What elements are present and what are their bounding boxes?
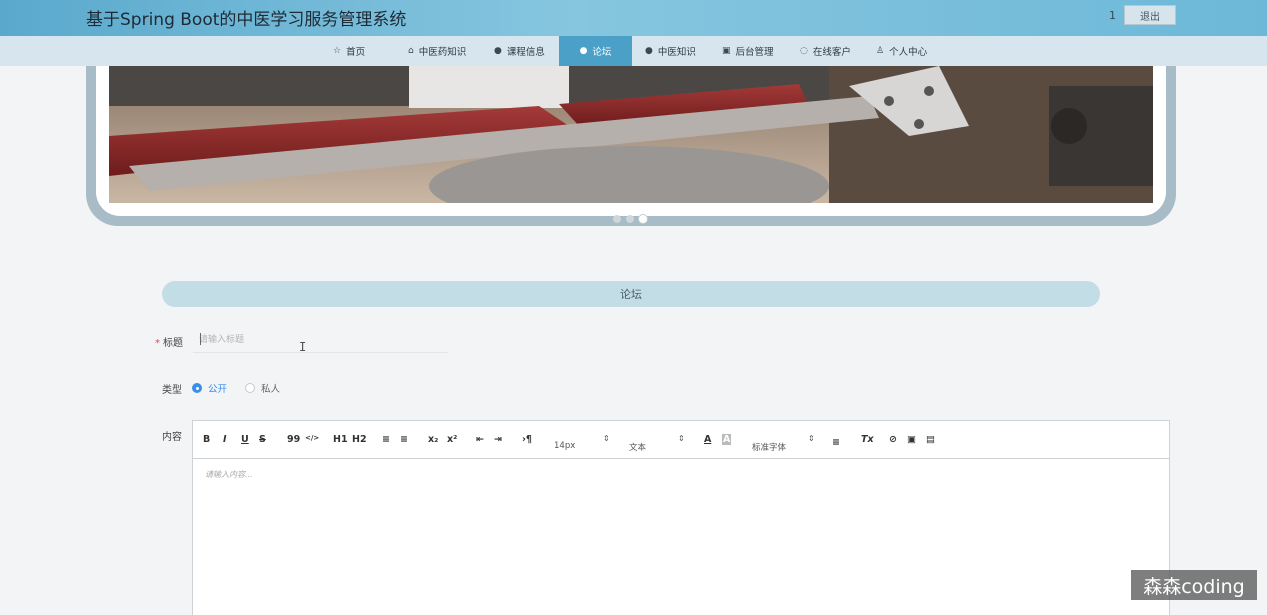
nav-item-home[interactable]: ☆ 首页 [333,36,365,66]
strike-button[interactable]: S [259,434,266,445]
text-caret [200,333,201,345]
indent-button[interactable]: ⇥ [494,434,502,445]
nav-item-personal-center[interactable]: ♙ 个人中心 [876,36,927,66]
question-icon: ● [579,46,588,56]
content-label: 内容 [162,432,182,443]
link-button[interactable]: ⊘ [889,434,897,445]
logout-button[interactable]: 退出 [1124,5,1176,25]
nav-item-label: 首页 [346,47,366,58]
briefcase-icon: ▣ [722,46,731,56]
title-input[interactable] [193,327,448,353]
radio-private[interactable]: 私人 [245,381,280,395]
type-label: 类型 [162,385,182,396]
superscript-button[interactable]: x² [447,434,457,445]
nav-item-label: 个人中心 [889,47,928,58]
mouse-ibeam-cursor: I [299,340,307,354]
title-label: 标题 [163,338,183,349]
carousel-dot[interactable] [613,215,621,223]
bold-button[interactable]: B [203,434,210,445]
radio-label: 公开 [208,384,228,395]
nav-item-label: 后台管理 [735,47,774,58]
watermark: 森森coding [1131,570,1257,600]
italic-button[interactable]: I [223,434,227,445]
carousel-slide-image[interactable] [109,66,1153,203]
subscript-button[interactable]: x₂ [428,434,438,445]
radio-circle [192,383,202,393]
underline-button[interactable]: U [241,434,249,445]
nav-item-tcm-knowledge[interactable]: ⌂ 中医药知识 [408,36,466,66]
headset-icon: ◌ [800,46,808,56]
chevron-updown-icon: ⇕ [808,434,815,443]
editor-toolbar: B I U S 99 </> H1 H2 ≡ ≡ x₂ x² ⇤ ⇥ ›¶ 14… [193,421,1169,459]
nav-item-chinese-medicine[interactable]: ● 中医知识 [645,36,696,66]
nav-item-label: 论坛 [592,47,612,58]
nav-item-course-info[interactable]: ● 课程信息 [494,36,545,66]
nav-item-label: 中医药知识 [418,47,467,58]
carousel-dot[interactable] [626,215,634,223]
carousel-dot-active[interactable] [639,215,647,223]
image-button[interactable]: ▣ [907,434,916,445]
main-nav: ☆ 首页 ⌂ 中医药知识 ● 课程信息 ● 论坛 ● 中医知识 ▣ 后台管理 ◌… [0,36,1267,66]
radio-circle [245,383,255,393]
align-button[interactable]: ≡ [832,437,840,448]
nav-item-label: 课程信息 [506,47,545,58]
editor-content-area[interactable]: 请输入内容... [205,469,253,480]
title-label-wrapper: * 标题 [155,334,183,349]
rich-text-editor: B I U S 99 </> H1 H2 ≡ ≡ x₂ x² ⇤ ⇥ ›¶ 14… [192,420,1170,615]
bag-icon: ⌂ [408,46,414,56]
font-family-select[interactable]: 标准字体 [752,441,786,453]
chevron-updown-icon: ⇕ [603,434,610,443]
top-header: 基于Spring Boot的中医学习服务管理系统 1 退出 [0,0,1267,36]
bullet-list-button[interactable]: ≡ [400,434,408,445]
header-1-button[interactable]: H1 [333,434,348,445]
radio-label: 私人 [261,384,281,395]
header-style-select[interactable]: 文本 [629,441,646,453]
ordered-list-button[interactable]: ≡ [382,434,390,445]
required-mark: * [155,338,160,349]
star-icon: ☆ [333,46,342,56]
info-icon: ● [645,46,653,56]
blockquote-button[interactable]: 99 [287,434,300,445]
outdent-button[interactable]: ⇤ [476,434,484,445]
radio-public[interactable]: 公开 [192,381,227,395]
nav-item-forum[interactable]: ● 论坛 [559,36,632,66]
text-direction-button[interactable]: ›¶ [522,434,532,445]
font-size-select[interactable]: 14px [554,441,575,451]
clear-format-button[interactable]: Tx [861,434,874,445]
user-indicator: 1 [1109,9,1116,22]
nav-item-label: 在线客户 [812,47,851,58]
font-color-button[interactable]: A [704,434,711,445]
chevron-updown-icon: ⇕ [678,434,685,443]
nav-item-label: 中医知识 [657,47,696,58]
header-2-button[interactable]: H2 [352,434,367,445]
code-block-button[interactable]: </> [305,434,319,442]
background-color-button[interactable]: A [722,434,732,445]
nav-item-admin[interactable]: ▣ 后台管理 [722,36,774,66]
video-button[interactable]: ▤ [926,434,935,445]
nav-item-online-service[interactable]: ◌ 在线客户 [800,36,851,66]
user-icon: ♙ [876,46,885,56]
info-icon: ● [494,46,502,56]
site-title: 基于Spring Boot的中医学习服务管理系统 [86,10,407,30]
carousel-indicators [613,215,647,223]
section-title: 论坛 [162,281,1100,307]
